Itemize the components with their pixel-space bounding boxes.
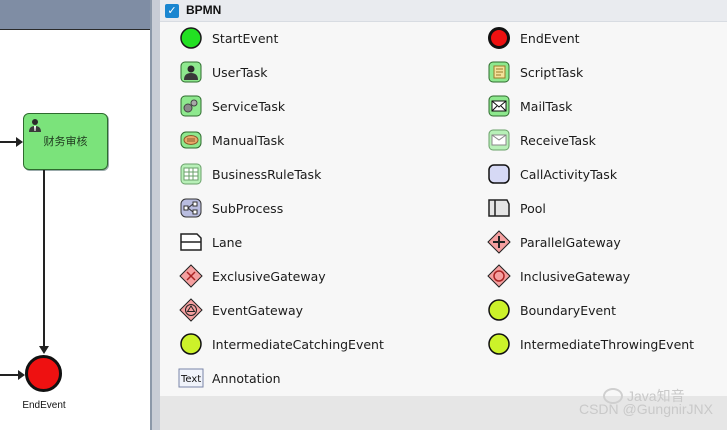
palette-item-intermediate-catching-event[interactable]: IntermediateCatchingEvent <box>178 331 418 357</box>
parallel-gateway-icon <box>486 229 512 255</box>
palette-item-label: ParallelGateway <box>520 234 621 250</box>
start-event-icon <box>178 25 204 51</box>
palette-body: StartEvent EndEvent UserTask ScriptTask <box>160 22 727 396</box>
palette-item-mail-task[interactable]: MailTask <box>486 93 726 119</box>
palette-item-label: CallActivityTask <box>520 166 618 182</box>
boundary-event-icon <box>486 297 512 323</box>
palette-item-receive-task[interactable]: ReceiveTask <box>486 127 726 153</box>
user-task-icon <box>178 59 204 85</box>
palette-item-annotation[interactable]: Text Annotation <box>178 365 418 391</box>
palette-item-script-task[interactable]: ScriptTask <box>486 59 726 85</box>
palette-item-label: BoundaryEvent <box>520 302 617 318</box>
call-activity-task-icon <box>486 161 512 187</box>
bpmn-palette: ✓ BPMN StartEvent EndEvent UserTask Scri… <box>152 0 727 430</box>
palette-item-label: ReceiveTask <box>520 132 596 148</box>
script-task-icon <box>486 59 512 85</box>
event-gateway-icon <box>178 297 204 323</box>
palette-item-parallel-gateway[interactable]: ParallelGateway <box>486 229 726 255</box>
palette-checkbox[interactable]: ✓ <box>165 4 179 18</box>
palette-item-sub-process[interactable]: SubProcess <box>178 195 418 221</box>
palette-item-label: Pool <box>520 200 546 216</box>
palette-item-label: SubProcess <box>212 200 284 216</box>
palette-item-label: BusinessRuleTask <box>212 166 322 182</box>
sequence-flow-task-to-end[interactable] <box>43 170 45 348</box>
palette-item-label: Annotation <box>212 370 281 386</box>
palette-item-pool[interactable]: Pool <box>486 195 726 221</box>
user-task-node[interactable]: 财务审核 <box>23 113 108 170</box>
palette-item-call-activity-task[interactable]: CallActivityTask <box>486 161 726 187</box>
inclusive-gateway-icon <box>486 263 512 289</box>
app-root: 财务审核 EndEvent ✓ BPMN StartEvent EndEvent… <box>0 0 727 430</box>
palette-title: BPMN <box>186 3 222 17</box>
palette-item-end-event[interactable]: EndEvent <box>486 25 726 51</box>
palette-item-manual-task[interactable]: ManualTask <box>178 127 418 153</box>
palette-item-label: ScriptTask <box>520 64 584 80</box>
lane-icon <box>178 229 204 255</box>
palette-item-event-gateway[interactable]: EventGateway <box>178 297 418 323</box>
manual-task-icon <box>178 127 204 153</box>
end-event-node[interactable] <box>25 355 62 392</box>
sub-process-icon <box>178 195 204 221</box>
palette-header[interactable]: ✓ BPMN <box>160 0 727 22</box>
canvas-header-strip <box>0 0 152 30</box>
palette-item-label: ManualTask <box>212 132 285 148</box>
arrowhead-icon <box>18 370 25 380</box>
annotation-icon: Text <box>178 365 204 391</box>
palette-item-user-task[interactable]: UserTask <box>178 59 418 85</box>
palette-item-exclusive-gateway[interactable]: ExclusiveGateway <box>178 263 418 289</box>
business-rule-task-icon <box>178 161 204 187</box>
palette-item-label: ServiceTask <box>212 98 286 114</box>
palette-item-lane[interactable]: Lane <box>178 229 418 255</box>
service-task-icon <box>178 93 204 119</box>
intermediate-catching-event-icon <box>178 331 204 357</box>
palette-item-label: EndEvent <box>520 30 580 46</box>
end-event-icon <box>486 25 512 51</box>
exclusive-gateway-icon <box>178 263 204 289</box>
palette-item-label: IntermediateCatchingEvent <box>212 336 384 352</box>
palette-item-label: EventGateway <box>212 302 304 318</box>
palette-item-service-task[interactable]: ServiceTask <box>178 93 418 119</box>
palette-item-label: Lane <box>212 234 243 250</box>
palette-item-label: IntermediateThrowingEvent <box>520 336 695 352</box>
arrowhead-icon <box>16 137 23 147</box>
csdn-watermark: CSDN @GungnirJNX <box>578 401 713 417</box>
mail-task-icon <box>486 93 512 119</box>
palette-item-label: MailTask <box>520 98 573 114</box>
annotation-icon-text: Text <box>180 374 201 385</box>
receive-task-icon <box>486 127 512 153</box>
palette-item-label: StartEvent <box>212 30 279 46</box>
palette-item-boundary-event[interactable]: BoundaryEvent <box>486 297 726 323</box>
intermediate-throwing-event-icon <box>486 331 512 357</box>
palette-item-label: ExclusiveGateway <box>212 268 326 284</box>
end-event-label: EndEvent <box>22 400 66 411</box>
sequence-flow-into-end[interactable] <box>0 374 20 376</box>
arrowhead-icon <box>39 346 49 354</box>
task-label: 财务审核 <box>43 135 88 148</box>
palette-item-business-rule-task[interactable]: BusinessRuleTask <box>178 161 418 187</box>
pool-icon <box>486 195 512 221</box>
palette-item-inclusive-gateway[interactable]: InclusiveGateway <box>486 263 726 289</box>
diagram-canvas[interactable]: 财务审核 EndEvent <box>0 0 152 430</box>
palette-item-label: InclusiveGateway <box>520 268 631 284</box>
palette-item-intermediate-throwing-event[interactable]: IntermediateThrowingEvent <box>486 331 726 357</box>
palette-item-start-event[interactable]: StartEvent <box>178 25 418 51</box>
palette-item-label: UserTask <box>212 64 268 80</box>
